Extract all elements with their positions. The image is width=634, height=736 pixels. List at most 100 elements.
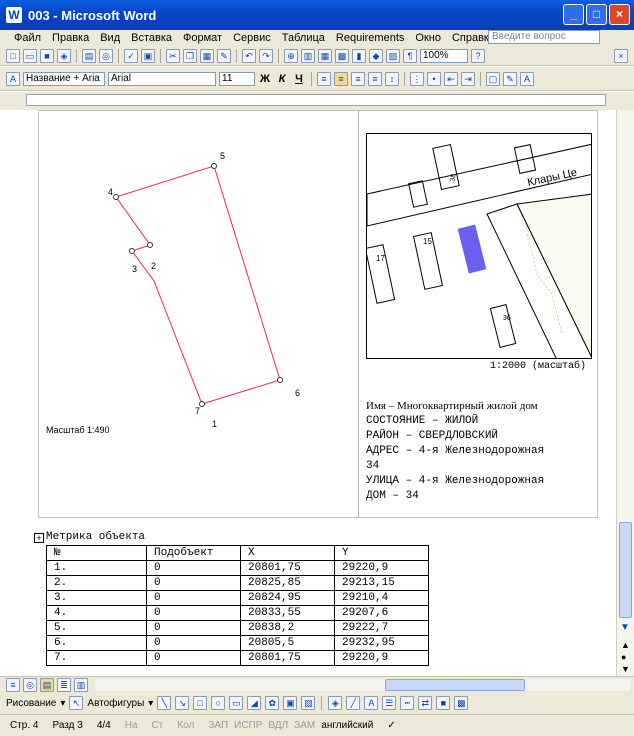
diagram-tool-icon[interactable]: ✿ [265,696,280,710]
highlight-icon[interactable]: ✎ [503,71,517,86]
status-mode-trk[interactable]: ИСПР [234,720,262,731]
format-painter-icon[interactable]: ✎ [217,48,231,63]
help-question-input[interactable]: Введите вопрос [488,30,600,44]
autoshapes-arrow-icon[interactable]: ▾ [148,698,153,709]
zoom-select[interactable]: 100% [420,48,468,63]
status-mode-rec[interactable]: ЗАП [208,720,228,731]
styles-pane-icon[interactable]: A [6,71,20,86]
italic-button[interactable]: К [275,73,289,85]
picture-tool-icon[interactable]: ▨ [301,696,316,710]
horizontal-scroll-track[interactable] [95,678,630,691]
menu-edit[interactable]: Правка [52,32,89,44]
research-icon[interactable]: ▣ [141,48,155,63]
new-document-icon[interactable]: □ [6,48,20,63]
redo-icon[interactable]: ↷ [259,48,273,63]
arrow-style-icon[interactable]: ⇄ [418,696,433,710]
bold-button[interactable]: Ж [258,73,272,85]
scrollbar-thumb[interactable] [619,522,632,618]
3d-style-icon[interactable]: ▩ [454,696,469,710]
select-objects-icon[interactable]: ↖ [69,696,84,710]
draw-menu-button[interactable]: Рисование [6,698,56,709]
underline-button[interactable]: Ч [292,73,306,85]
print-preview-icon[interactable]: ◎ [99,48,113,63]
insert-table-icon[interactable]: ▦ [318,48,332,63]
clipart-tool-icon[interactable]: ▣ [283,696,298,710]
copy-icon[interactable]: ❐ [183,48,197,63]
print-icon[interactable]: ▤ [82,48,96,63]
reading-view-icon[interactable]: ▥ [74,677,88,692]
arrow-tool-icon[interactable]: ↘ [175,696,190,710]
menu-window[interactable]: Окно [415,32,441,44]
scroll-down-icon[interactable]: ▼ [620,622,630,633]
line-spacing-icon[interactable]: ↕ [385,71,399,86]
menu-format[interactable]: Формат [183,32,222,44]
vertical-scrollbar[interactable]: ▼ ▲ ● ▼ [616,110,634,676]
status-language[interactable]: английский [321,720,373,731]
dash-style-icon[interactable]: ┅ [400,696,415,710]
text-color-icon[interactable]: A [364,696,379,710]
drawing-icon[interactable]: ◆ [369,48,383,63]
menu-tools[interactable]: Сервис [233,32,271,44]
table-move-handle-icon[interactable]: + [34,533,44,543]
textbox-tool-icon[interactable]: ▭ [229,696,244,710]
font-color-icon[interactable]: A [520,71,534,86]
maximize-button[interactable]: □ [586,4,607,25]
open-folder-icon[interactable]: ▭ [23,48,37,63]
paste-icon[interactable]: ▦ [200,48,214,63]
draw-menu-arrow-icon[interactable]: ▾ [60,698,65,709]
rectangle-tool-icon[interactable]: □ [193,696,208,710]
outline-view-icon[interactable]: ≣ [57,677,71,692]
save-icon[interactable]: ■ [40,48,54,63]
shadow-style-icon[interactable]: ■ [436,696,451,710]
borders-icon[interactable]: ▢ [486,71,500,86]
minimize-button[interactable]: _ [563,4,584,25]
tables-borders-icon[interactable]: ▥ [301,48,315,63]
menu-view[interactable]: Вид [100,32,120,44]
web-view-icon[interactable]: ◎ [23,677,37,692]
spelling-status-icon[interactable]: ✓ [387,720,395,731]
style-select[interactable]: Название + Aria [23,71,105,86]
align-right-icon[interactable]: ≡ [351,71,365,86]
wordart-tool-icon[interactable]: ◢ [247,696,262,710]
ruler-scale[interactable] [26,94,606,106]
menu-requirements[interactable]: Requirements [336,32,404,44]
numbering-icon[interactable]: ⋮ [410,71,424,86]
line-style-icon[interactable]: ☰ [382,696,397,710]
pilcrow-icon[interactable]: ¶ [403,48,417,63]
line-color-icon[interactable]: ╱ [346,696,361,710]
align-left-icon[interactable]: ≡ [317,71,331,86]
select-browse-object-icon[interactable]: ● [621,652,626,662]
font-size-select[interactable]: 11 [219,71,255,86]
permission-icon[interactable]: ◈ [57,48,71,63]
fill-color-icon[interactable]: ◈ [328,696,343,710]
columns-icon[interactable]: ▮ [352,48,366,63]
close-button[interactable]: × [609,4,630,25]
align-center-icon[interactable]: ≡ [334,71,348,86]
horizontal-scrollbar-thumb[interactable] [385,678,525,691]
browse-next-icon[interactable]: ▼ [621,664,630,674]
menu-table[interactable]: Таблица [282,32,325,44]
increase-indent-icon[interactable]: ⇥ [461,71,475,86]
justify-icon[interactable]: ≡ [368,71,382,86]
status-mode-ovr[interactable]: ЗАМ [294,720,315,731]
menu-file[interactable]: Файл [14,32,41,44]
decrease-indent-icon[interactable]: ⇤ [444,71,458,86]
close-window-icon[interactable]: × [614,48,628,63]
insert-excel-icon[interactable]: ▩ [335,48,349,63]
spelling-icon[interactable]: ✓ [124,48,138,63]
print-layout-icon[interactable]: ▤ [40,677,54,692]
oval-tool-icon[interactable]: ○ [211,696,226,710]
help-icon[interactable]: ? [471,48,485,63]
normal-view-icon[interactable]: ≡ [6,677,20,692]
cut-icon[interactable]: ✂ [166,48,180,63]
autoshapes-button[interactable]: Автофигуры [87,698,144,709]
font-select[interactable]: Arial [108,71,216,86]
hyperlink-icon[interactable]: ⊕ [284,48,298,63]
document-map-icon[interactable]: ▧ [386,48,400,63]
line-tool-icon[interactable]: ╲ [157,696,172,710]
browse-previous-icon[interactable]: ▲ [621,640,630,650]
menu-insert[interactable]: Вставка [131,32,172,44]
undo-icon[interactable]: ↶ [242,48,256,63]
bullets-icon[interactable]: • [427,71,441,86]
status-mode-ext[interactable]: ВДЛ [268,720,288,731]
